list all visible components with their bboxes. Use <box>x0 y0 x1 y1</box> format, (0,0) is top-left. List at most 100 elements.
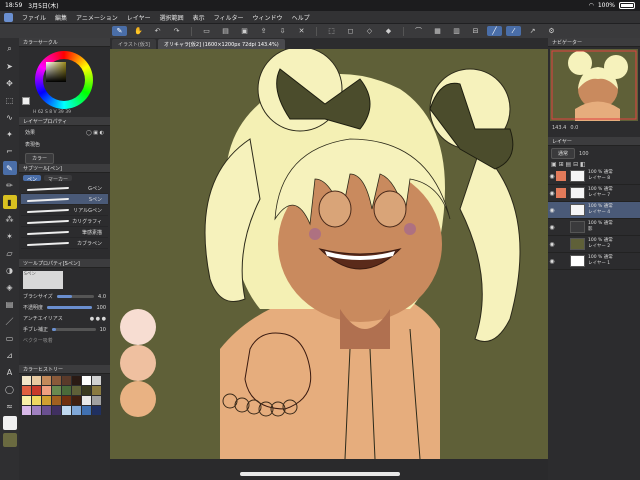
layer-row[interactable]: ◉ 100 % 通常 レイヤー 8 <box>548 168 640 185</box>
visibility-eye-icon[interactable]: ◉ <box>548 241 556 248</box>
sub-color-icon[interactable] <box>2 433 17 447</box>
hand-icon[interactable]: ✋ <box>131 26 146 36</box>
new-file-icon[interactable]: ▭ <box>199 26 214 36</box>
color-history-swatch[interactable] <box>72 406 81 415</box>
fill-tool-icon[interactable]: ◈ <box>3 280 17 294</box>
color-history-swatch[interactable] <box>22 396 31 405</box>
color-history-swatch[interactable] <box>52 386 61 395</box>
pencil-tool-icon[interactable]: ✏ <box>3 178 17 192</box>
snap-icon[interactable]: ⌒ <box>411 26 426 36</box>
tab-pen[interactable]: ペン <box>23 175 42 183</box>
brush-size-slider[interactable] <box>56 295 95 298</box>
menu-selection[interactable]: 選択範囲 <box>160 13 184 22</box>
blend-tool-icon[interactable]: ◑ <box>3 263 17 277</box>
color-history-swatch[interactable] <box>42 386 51 395</box>
color-history-swatch[interactable] <box>72 376 81 385</box>
pen-mode-icon[interactable]: ✎ <box>112 26 127 36</box>
menu-window[interactable]: ウィンドウ <box>253 13 283 22</box>
menu-help[interactable]: ヘルプ <box>292 13 310 22</box>
figure-icon[interactable]: ／ <box>3 314 17 328</box>
layer-tool-icons[interactable]: ▣ ⊞ ▤ ⊟ ◧ <box>551 161 637 168</box>
expression-select[interactable]: カラー <box>25 153 55 164</box>
import-icon[interactable]: ⇩ <box>275 26 290 36</box>
balloon-icon[interactable]: ◯ <box>3 382 17 396</box>
color-history-swatch[interactable] <box>42 376 51 385</box>
eraser-icon[interactable]: ▱ <box>3 246 17 260</box>
brush-tool-icon[interactable]: ▮ <box>2 195 17 209</box>
document-tab[interactable]: イラスト(仮3] <box>112 39 156 49</box>
line-correct-icon[interactable]: ≈ <box>3 399 17 413</box>
settings-icon[interactable]: ⚙ <box>544 26 559 36</box>
blend-mode-select[interactable]: 通常 <box>551 148 576 159</box>
menu-animation[interactable]: アニメーション <box>76 13 118 22</box>
brush-item[interactable]: リアルGペン <box>21 205 108 216</box>
color-history-swatch[interactable] <box>92 396 101 405</box>
stabilize-slider[interactable] <box>52 328 96 331</box>
color-history-swatch[interactable] <box>62 406 71 415</box>
home-indicator[interactable] <box>240 472 400 476</box>
ruler-icon[interactable]: ▦ <box>430 26 445 36</box>
opacity-value[interactable]: 100 <box>96 305 106 311</box>
color-history-swatch[interactable] <box>92 406 101 415</box>
layer-row[interactable]: ◉ 100 % 通常 レイヤー 2 <box>548 236 640 253</box>
layer-opacity-value[interactable]: 100 <box>579 151 589 157</box>
color-history-swatch[interactable] <box>22 386 31 395</box>
pen-tool-icon[interactable]: ✎ <box>2 161 17 175</box>
color-history-swatch[interactable] <box>42 396 51 405</box>
zoom-tool-icon[interactable]: ⌕ <box>3 42 17 56</box>
color-history-swatch[interactable] <box>92 386 101 395</box>
opacity-slider[interactable] <box>47 306 93 309</box>
select-all-icon[interactable]: ◻ <box>343 26 358 36</box>
color-history-swatch[interactable] <box>32 376 41 385</box>
fill-icon[interactable]: ◆ <box>381 26 396 36</box>
visibility-eye-icon[interactable]: ◉ <box>548 190 556 197</box>
effect-icons[interactable]: ◯ ▣ ◐ <box>86 130 104 136</box>
grid-icon[interactable]: ▥ <box>449 26 464 36</box>
navigator-preview[interactable] <box>550 49 638 121</box>
stroke-smooth-icon[interactable]: ⁄ <box>506 26 521 36</box>
color-circle[interactable]: H 62 S 8 V 39 39 <box>19 47 110 117</box>
select-tool-icon[interactable]: ⬚ <box>3 93 17 107</box>
color-history-swatch[interactable] <box>82 386 91 395</box>
saturation-square[interactable] <box>46 62 66 82</box>
visibility-eye-icon[interactable]: ◉ <box>548 173 556 180</box>
menu-view[interactable]: 表示 <box>193 13 205 22</box>
current-color-swatch[interactable] <box>22 97 30 105</box>
open-file-icon[interactable]: ▤ <box>218 26 233 36</box>
antialias-options[interactable]: ● ● ● <box>90 316 106 322</box>
menu-file[interactable]: ファイル <box>22 13 46 22</box>
color-history-swatch[interactable] <box>82 396 91 405</box>
color-history-swatch[interactable] <box>52 376 61 385</box>
visibility-eye-icon[interactable]: ◉ <box>548 207 556 214</box>
color-history-swatch[interactable] <box>62 396 71 405</box>
brush-item[interactable]: カブラペン <box>21 238 108 249</box>
zoom-value[interactable]: 143.4 <box>552 125 566 131</box>
document-tab-active[interactable]: オリキャラ[仮2] (1600×1200px 72dpi 143.4%) <box>157 39 285 49</box>
color-history-swatch[interactable] <box>72 396 81 405</box>
save-icon[interactable]: ▣ <box>237 26 252 36</box>
color-history-swatch[interactable] <box>32 396 41 405</box>
transform-icon[interactable]: ⬚ <box>324 26 339 36</box>
stroke-correction-icon[interactable]: ╱ <box>487 26 502 36</box>
color-history-swatch[interactable] <box>22 406 31 415</box>
drawing-canvas[interactable] <box>110 49 548 459</box>
operation-tool-icon[interactable]: ➤ <box>3 59 17 73</box>
main-color-icon[interactable] <box>2 416 17 430</box>
color-history-swatch[interactable] <box>82 406 91 415</box>
auto-select-icon[interactable]: ✦ <box>3 127 17 141</box>
menu-filter[interactable]: フィルター <box>214 13 244 22</box>
rotation-value[interactable]: 0.0 <box>570 125 578 131</box>
color-history-swatch[interactable] <box>32 386 41 395</box>
vector-snap-label[interactable]: ベクター吸着 <box>23 337 53 344</box>
brush-item[interactable]: Sペン <box>21 194 108 205</box>
color-history-swatch[interactable] <box>62 376 71 385</box>
color-history-swatch[interactable] <box>42 406 51 415</box>
lasso-tool-icon[interactable]: ∿ <box>3 110 17 124</box>
frame-icon[interactable]: ▭ <box>3 331 17 345</box>
layer-row[interactable]: ◉ 100 % 通常 レイヤー 1 <box>548 253 640 270</box>
vector-icon[interactable]: ↗ <box>525 26 540 36</box>
airbrush-icon[interactable]: ⁂ <box>3 212 17 226</box>
brush-item[interactable]: 筆感素描 <box>21 227 108 238</box>
color-history-swatch[interactable] <box>82 376 91 385</box>
layer-row[interactable]: ◉ 100 % 通常影 <box>548 219 640 236</box>
